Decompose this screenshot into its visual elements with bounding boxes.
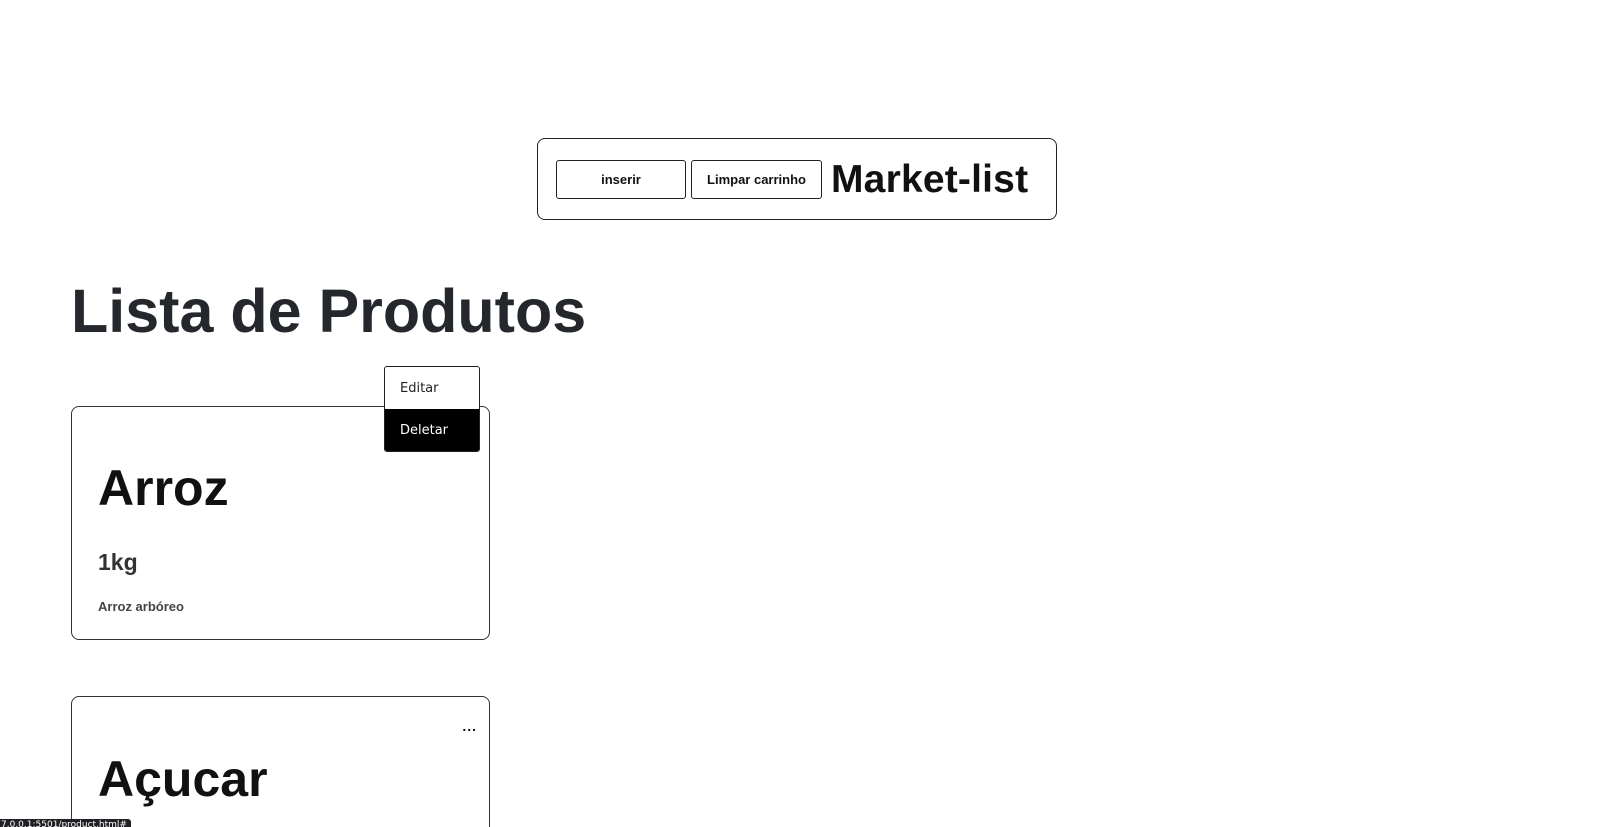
clear-cart-button[interactable]: Limpar carrinho <box>691 159 822 199</box>
header-toolbar: inserir Limpar carrinho Market-list <box>537 138 1057 220</box>
menu-item-delete[interactable]: Deletar <box>385 409 479 451</box>
product-name: Açucar <box>98 751 268 807</box>
product-quantity: 1kg <box>98 549 138 575</box>
app-title: Market-list <box>831 157 1029 201</box>
product-card: ... Açucar <box>71 696 490 827</box>
product-name: Arroz <box>98 460 229 516</box>
product-description: Arroz arbóreo <box>98 599 184 614</box>
insert-button[interactable]: inserir <box>556 159 686 199</box>
page-title: Lista de Produtos <box>71 277 587 345</box>
product-options-menu: Editar Deletar <box>384 366 480 452</box>
more-options-icon[interactable]: ... <box>462 719 477 733</box>
menu-item-edit[interactable]: Editar <box>385 367 479 409</box>
status-bar-url: 7.0.0.1:5501/product.html# <box>0 819 131 827</box>
